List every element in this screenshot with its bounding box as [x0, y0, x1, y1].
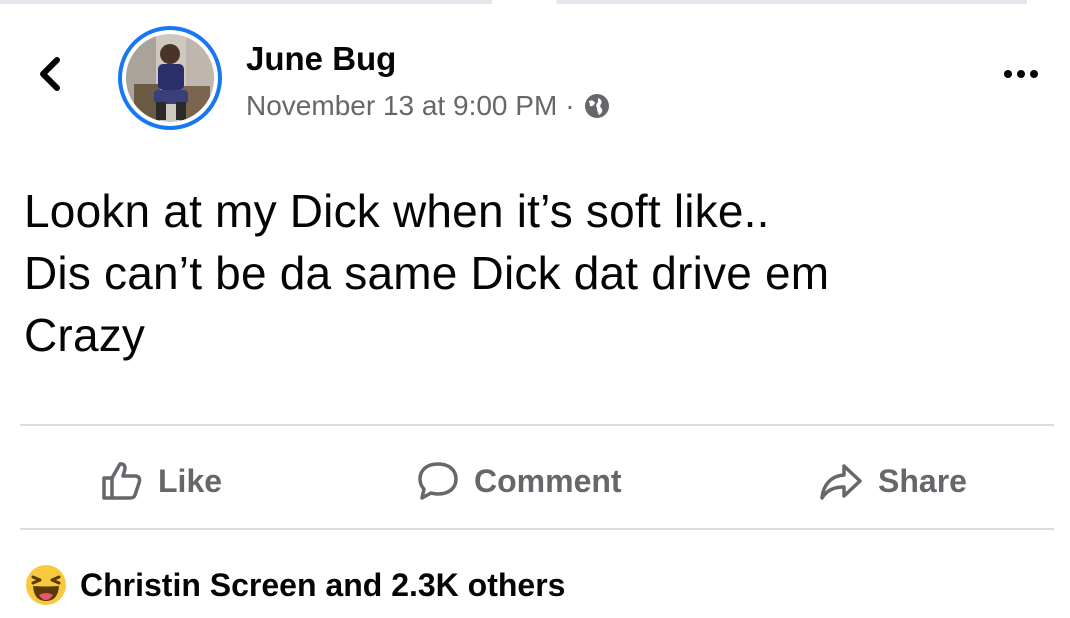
- thumbs-up-icon: [102, 462, 142, 500]
- post-meta: November 13 at 9:00 PM ·: [246, 90, 611, 122]
- more-options-button[interactable]: [996, 60, 1046, 88]
- actions-divider-bottom: [20, 528, 1054, 530]
- author-name[interactable]: June Bug: [246, 40, 396, 78]
- haha-reaction-icon: [26, 565, 66, 605]
- reaction-summary[interactable]: Christin Screen and 2.3K others: [24, 560, 565, 610]
- like-label: Like: [158, 462, 223, 499]
- avatar[interactable]: [118, 26, 222, 130]
- reaction-summary-text: Christin Screen and 2.3K others: [80, 566, 566, 603]
- meta-separator: ·: [565, 90, 575, 121]
- post-text-line: Lookn at my Dick when it’s soft like..: [24, 185, 770, 237]
- like-button[interactable]: Like: [100, 458, 222, 504]
- avatar-photo: [126, 34, 214, 122]
- comment-label: Comment: [474, 462, 622, 499]
- share-icon: [820, 464, 862, 500]
- comment-icon: [418, 462, 458, 500]
- top-divider: [0, 0, 1070, 4]
- dot-icon: [1030, 70, 1038, 78]
- actions-divider-top: [20, 424, 1054, 426]
- share-label: Share: [878, 462, 967, 499]
- post-text-line: Dis can’t be da same Dick dat drive em: [24, 247, 830, 300]
- share-button[interactable]: Share: [818, 458, 967, 504]
- post-text-line: Crazy: [24, 309, 146, 362]
- comment-button[interactable]: Comment: [416, 458, 622, 504]
- chevron-left-icon: [40, 57, 60, 91]
- dot-icon: [1004, 70, 1012, 78]
- post-timestamp[interactable]: November 13 at 9:00 PM: [246, 90, 557, 122]
- dot-icon: [1017, 70, 1025, 78]
- back-button[interactable]: [30, 54, 70, 94]
- action-bar: Like Comment Share: [0, 434, 1070, 528]
- post-text: Lookn at my Dick when it’s soft like.. D…: [24, 180, 1054, 366]
- globe-icon: [584, 94, 609, 118]
